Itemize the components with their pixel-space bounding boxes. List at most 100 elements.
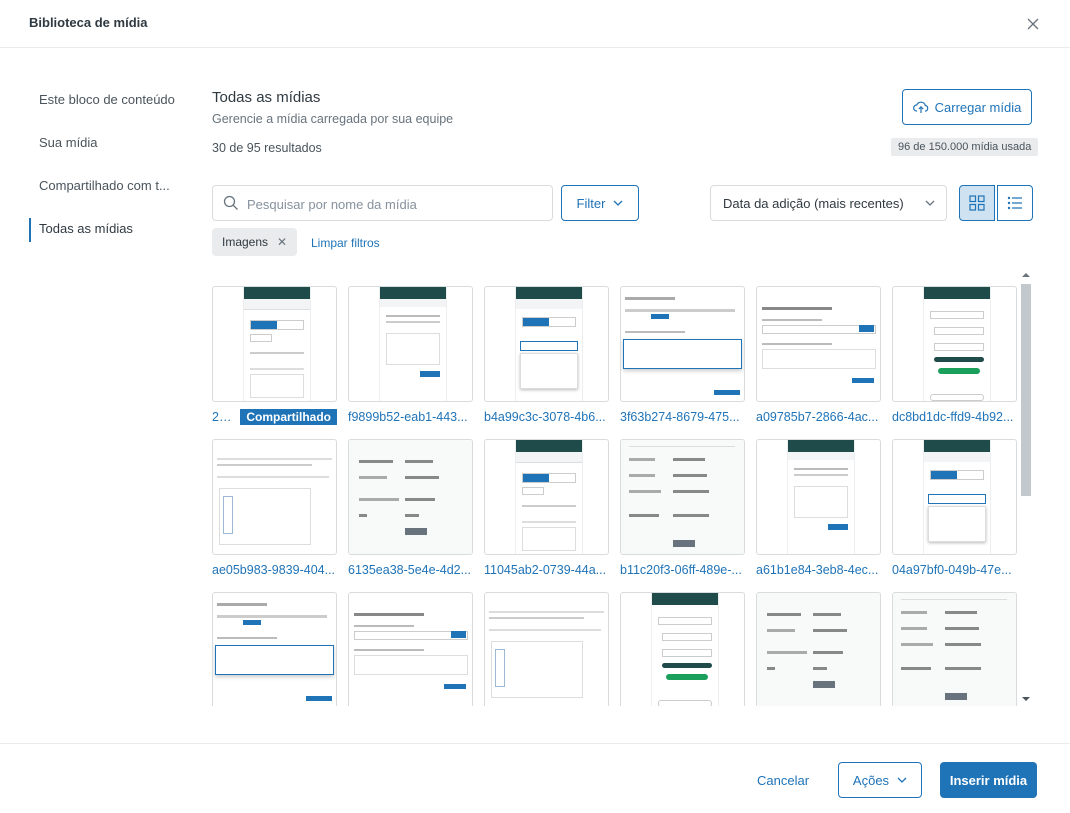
media-card[interactable] [892, 592, 1017, 706]
dialog-title: Biblioteca de mídia [29, 15, 148, 30]
media-card[interactable]: 11045ab2-0739-44a... [484, 439, 609, 578]
sidebar-item-shared-with[interactable]: Compartilhado com t... [29, 165, 179, 208]
media-grid: 29f... Compartilhado f9899b52-eab1-443... b… [212, 286, 1018, 706]
media-thumbnail[interactable] [620, 286, 745, 402]
chevron-down-icon [613, 200, 623, 206]
list-view-icon [1007, 196, 1022, 210]
media-thumbnail[interactable] [348, 286, 473, 402]
page-subtitle: Gerencie a mídia carregada por sua equip… [212, 112, 454, 126]
media-caption: 29f... Compartilhado [212, 409, 337, 425]
grid-view-toggle[interactable] [959, 185, 995, 221]
media-file-name[interactable]: 11045ab2-0739-44a... [484, 562, 606, 578]
media-card[interactable] [348, 592, 473, 706]
upload-cloud-icon [912, 101, 928, 113]
media-thumbnail[interactable] [892, 286, 1017, 402]
media-file-name[interactable]: f9899b52-eab1-443... [348, 409, 468, 425]
remove-filter-icon[interactable]: ✕ [277, 235, 287, 249]
media-caption: 3f63b274-8679-475... [620, 409, 745, 425]
dialog-header: Biblioteca de mídia [0, 0, 1070, 48]
media-thumbnail[interactable] [484, 592, 609, 706]
media-thumbnail[interactable] [484, 439, 609, 555]
page-title: Todas as mídias [212, 89, 321, 106]
media-file-name[interactable]: 3f63b274-8679-475... [620, 409, 740, 425]
media-file-name[interactable]: 29f... [212, 409, 234, 425]
filter-chip-images: Imagens ✕ [212, 228, 298, 256]
media-thumbnail[interactable] [212, 286, 337, 402]
clear-filters-link[interactable]: Limpar filtros [311, 236, 380, 250]
insert-media-button[interactable]: Inserir mídia [940, 762, 1037, 798]
media-thumbnail[interactable] [212, 592, 337, 706]
search-icon [223, 195, 238, 210]
media-caption: 11045ab2-0739-44a... [484, 562, 609, 578]
results-count: 30 de 95 resultados [212, 141, 322, 155]
media-card[interactable]: f9899b52-eab1-443... [348, 286, 473, 425]
media-thumbnail[interactable] [892, 439, 1017, 555]
list-view-toggle[interactable] [997, 185, 1033, 221]
close-icon [1027, 18, 1039, 30]
media-thumbnail[interactable] [620, 592, 745, 706]
actions-label: Ações [852, 772, 890, 788]
media-file-name[interactable]: a61b1e84-3eb8-4ec... [756, 562, 878, 578]
media-file-name[interactable]: a09785b7-2866-4ac... [756, 409, 878, 425]
media-thumbnail[interactable] [484, 286, 609, 402]
media-card[interactable]: dc8bd1dc-ffd9-4b92... [892, 286, 1017, 425]
media-caption: b11c20f3-06ff-489e-... [620, 562, 745, 578]
media-caption: ae05b983-9839-404... [212, 562, 337, 578]
media-card[interactable] [212, 592, 337, 706]
search-field [212, 185, 553, 221]
scrollbar-thumb[interactable] [1021, 284, 1031, 496]
grid-view-icon [969, 195, 985, 211]
media-file-name[interactable]: b4a99c3c-3078-4b6... [484, 409, 606, 425]
media-thumbnail[interactable] [620, 439, 745, 555]
media-thumbnail[interactable] [348, 439, 473, 555]
media-file-name[interactable]: dc8bd1dc-ffd9-4b92... [892, 409, 1013, 425]
chevron-down-icon [925, 200, 935, 206]
media-card[interactable]: 04a97bf0-049b-47e... [892, 439, 1017, 578]
filter-label: Filter [576, 195, 606, 211]
media-card[interactable]: 3f63b274-8679-475... [620, 286, 745, 425]
filter-chip-label: Imagens [222, 235, 269, 249]
media-card[interactable]: b11c20f3-06ff-489e-... [620, 439, 745, 578]
cancel-button[interactable]: Cancelar [757, 773, 809, 788]
sidebar-item-your-media[interactable]: Sua mídia [29, 122, 179, 165]
media-card[interactable]: b4a99c3c-3078-4b6... [484, 286, 609, 425]
media-card[interactable]: a61b1e84-3eb8-4ec... [756, 439, 881, 578]
media-thumbnail[interactable] [756, 286, 881, 402]
sidebar-item-all-media[interactable]: Todas as mídias [29, 208, 179, 251]
media-caption: dc8bd1dc-ffd9-4b92... [892, 409, 1017, 425]
scroll-up-icon[interactable] [1019, 270, 1033, 280]
chevron-down-icon [897, 777, 907, 783]
filter-button[interactable]: Filter [561, 185, 639, 221]
actions-button[interactable]: Ações [838, 762, 922, 798]
media-thumbnail[interactable] [212, 439, 337, 555]
media-thumbnail[interactable] [892, 592, 1017, 706]
media-card[interactable]: 6135ea38-5e4e-4d2... [348, 439, 473, 578]
media-thumbnail[interactable] [348, 592, 473, 706]
grid-scrollbar[interactable] [1019, 268, 1033, 706]
media-caption: a09785b7-2866-4ac... [756, 409, 881, 425]
media-file-name[interactable]: 04a97bf0-049b-47e... [892, 562, 1012, 578]
media-card[interactable]: ae05b983-9839-404... [212, 439, 337, 578]
media-file-name[interactable]: 6135ea38-5e4e-4d2... [348, 562, 471, 578]
sort-select[interactable]: Data da adição (mais recentes) [710, 185, 947, 221]
search-input[interactable] [245, 192, 549, 216]
sidebar-nav: Este bloco de conteúdo Sua mídia Compart… [29, 79, 179, 251]
media-card[interactable] [756, 592, 881, 706]
media-thumbnail[interactable] [756, 592, 881, 706]
media-card[interactable]: a09785b7-2866-4ac... [756, 286, 881, 425]
media-card[interactable] [620, 592, 745, 706]
media-card[interactable]: 29f... Compartilhado [212, 286, 337, 425]
scroll-down-icon[interactable] [1019, 694, 1033, 704]
sort-select-value: Data da adição (mais recentes) [723, 195, 904, 211]
media-file-name[interactable]: ae05b983-9839-404... [212, 562, 335, 578]
media-file-name[interactable]: b11c20f3-06ff-489e-... [620, 562, 742, 578]
media-caption: a61b1e84-3eb8-4ec... [756, 562, 881, 578]
close-button[interactable] [1022, 13, 1044, 35]
upload-media-button[interactable]: Carregar mídia [902, 89, 1032, 125]
media-thumbnail[interactable] [756, 439, 881, 555]
media-card[interactable] [484, 592, 609, 706]
media-caption: 6135ea38-5e4e-4d2... [348, 562, 473, 578]
media-caption: f9899b52-eab1-443... [348, 409, 473, 425]
sidebar-item-this-block[interactable]: Este bloco de conteúdo [29, 79, 179, 122]
media-caption: b4a99c3c-3078-4b6... [484, 409, 609, 425]
